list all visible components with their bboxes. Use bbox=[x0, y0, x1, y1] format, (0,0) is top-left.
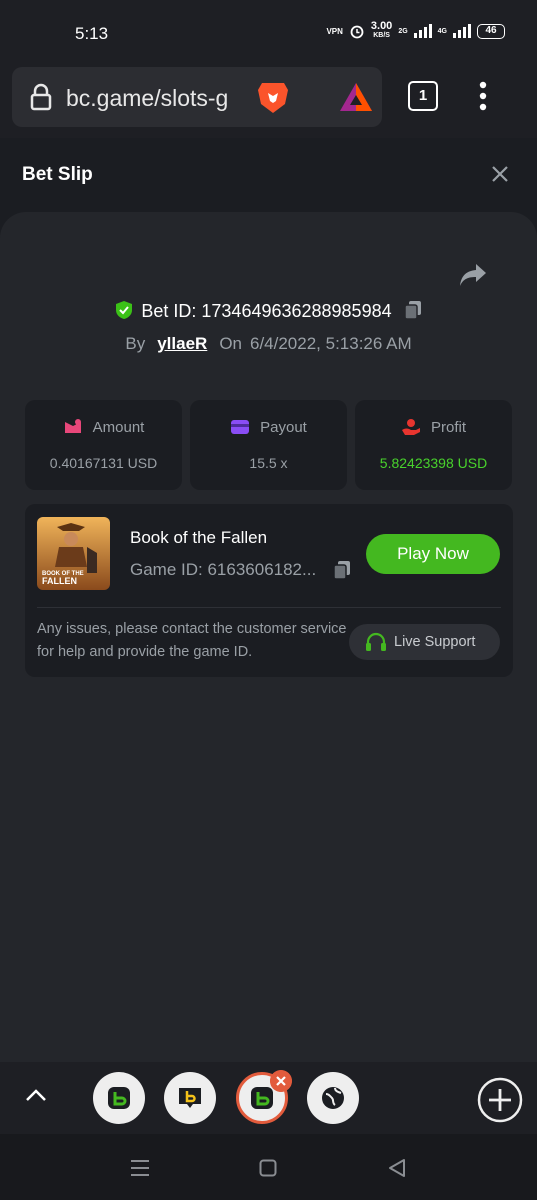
tab-bcgame-1[interactable] bbox=[93, 1072, 145, 1124]
amount-value: 0.40167131 USD bbox=[49, 455, 158, 471]
share-icon[interactable] bbox=[458, 262, 488, 288]
live-support-button[interactable]: Live Support bbox=[349, 624, 500, 660]
new-tab-plus-icon[interactable] bbox=[476, 1076, 524, 1124]
page-title: Bet Slip bbox=[22, 164, 93, 185]
bet-datetime: 6/4/2022, 5:13:26 AM bbox=[250, 334, 412, 353]
payout-value: 15.5 x bbox=[249, 455, 288, 471]
browser-toolbar: bc.game/slots-g 1 bbox=[0, 66, 537, 138]
brave-lion-icon[interactable] bbox=[256, 79, 290, 115]
payout-label: Payout bbox=[260, 419, 307, 436]
bat-rewards-icon[interactable] bbox=[338, 81, 374, 113]
by-label: By bbox=[125, 334, 146, 353]
bet-slip-header: Bet Slip bbox=[0, 138, 537, 212]
live-support-label: Live Support bbox=[394, 634, 476, 650]
globe-icon bbox=[322, 1087, 344, 1109]
bet-id-row: Bet ID: 1734649636288985984 bbox=[0, 300, 537, 322]
lock-icon bbox=[30, 83, 52, 111]
close-tab-icon[interactable] bbox=[270, 1070, 292, 1092]
tab-bcgame-2[interactable] bbox=[164, 1072, 216, 1124]
game-name: Book of the Fallen bbox=[130, 528, 268, 547]
profit-value: 5.82423398 USD bbox=[379, 455, 488, 471]
network-speed: 3.00 KB/S bbox=[370, 20, 393, 40]
more-menu-icon[interactable] bbox=[474, 80, 492, 112]
battery-icon: 46 bbox=[477, 23, 505, 39]
bcgame-chat-icon bbox=[179, 1088, 201, 1108]
back-icon[interactable] bbox=[387, 1158, 407, 1178]
status-icons: VPN 3.00 KB/S 2G 4G 46 bbox=[326, 20, 505, 40]
payout-header: Payout bbox=[190, 418, 347, 436]
amount-label: Amount bbox=[92, 419, 145, 436]
browser-tab-strip bbox=[0, 1062, 537, 1134]
profit-label: Profit bbox=[430, 419, 466, 436]
copy-icon[interactable] bbox=[403, 300, 422, 320]
tab-count-button[interactable]: 1 bbox=[408, 81, 438, 111]
chevron-up-icon[interactable] bbox=[24, 1087, 48, 1103]
game-thumbnail-art: BOOK OF THE FALLEN bbox=[37, 517, 110, 590]
profit-card: Profit 5.82423398 USD bbox=[355, 400, 512, 490]
bet-slip-panel: Bet ID: 1734649636288985984 By yllaeR On 6/… bbox=[0, 212, 537, 1062]
net-4g-label: 4G bbox=[437, 27, 447, 35]
close-icon[interactable] bbox=[490, 164, 510, 184]
play-now-button[interactable]: Play Now bbox=[366, 534, 500, 574]
help-text: Any issues, please contact the customer … bbox=[37, 621, 347, 660]
address-bar[interactable]: bc.game/slots-g bbox=[12, 67, 382, 127]
amount-header: Amount bbox=[25, 418, 182, 436]
game-id-copy-icon[interactable] bbox=[333, 560, 351, 580]
vpn-icon: VPN bbox=[326, 26, 343, 36]
bet-id: Bet ID: 1734649636288985984 bbox=[141, 301, 392, 321]
status-time: 5:13 bbox=[75, 24, 109, 43]
net-2g-label: 2G bbox=[398, 27, 408, 35]
verified-shield-icon bbox=[116, 301, 133, 319]
home-icon[interactable] bbox=[259, 1159, 277, 1177]
game-card: BOOK OF THE FALLEN Book of the Fallen Ga… bbox=[25, 504, 513, 677]
signal-icon-2 bbox=[453, 24, 471, 38]
game-thumbnail[interactable]: BOOK OF THE FALLEN bbox=[37, 517, 110, 590]
headset-icon bbox=[366, 632, 386, 651]
username-link[interactable]: yllaeR bbox=[157, 334, 207, 353]
tab-globe[interactable] bbox=[307, 1072, 359, 1124]
divider bbox=[37, 607, 501, 608]
bet-meta-row: By yllaeR On 6/4/2022, 5:13:26 AM bbox=[0, 334, 537, 354]
amount-card: Amount 0.40167131 USD bbox=[25, 400, 182, 490]
bcgame-icon bbox=[108, 1087, 130, 1109]
system-nav-bar bbox=[0, 1134, 537, 1200]
payout-card: Payout 15.5 x bbox=[190, 400, 347, 490]
game-id: Game ID: 6163606182... bbox=[130, 560, 317, 579]
amount-icon bbox=[64, 419, 81, 433]
url-text: bc.game/slots-g bbox=[66, 85, 229, 111]
alarm-icon bbox=[350, 25, 364, 39]
profit-header: Profit bbox=[355, 418, 512, 436]
on-label: On bbox=[219, 334, 242, 353]
signal-icon-1 bbox=[413, 24, 432, 38]
profit-hand-icon bbox=[401, 419, 420, 435]
thumb-line2: FALLEN bbox=[42, 576, 77, 586]
status-bar: 5:13 VPN 3.00 KB/S 2G 4G 46 bbox=[0, 0, 537, 66]
payout-card-icon bbox=[231, 420, 250, 434]
recent-apps-icon[interactable] bbox=[130, 1159, 150, 1177]
